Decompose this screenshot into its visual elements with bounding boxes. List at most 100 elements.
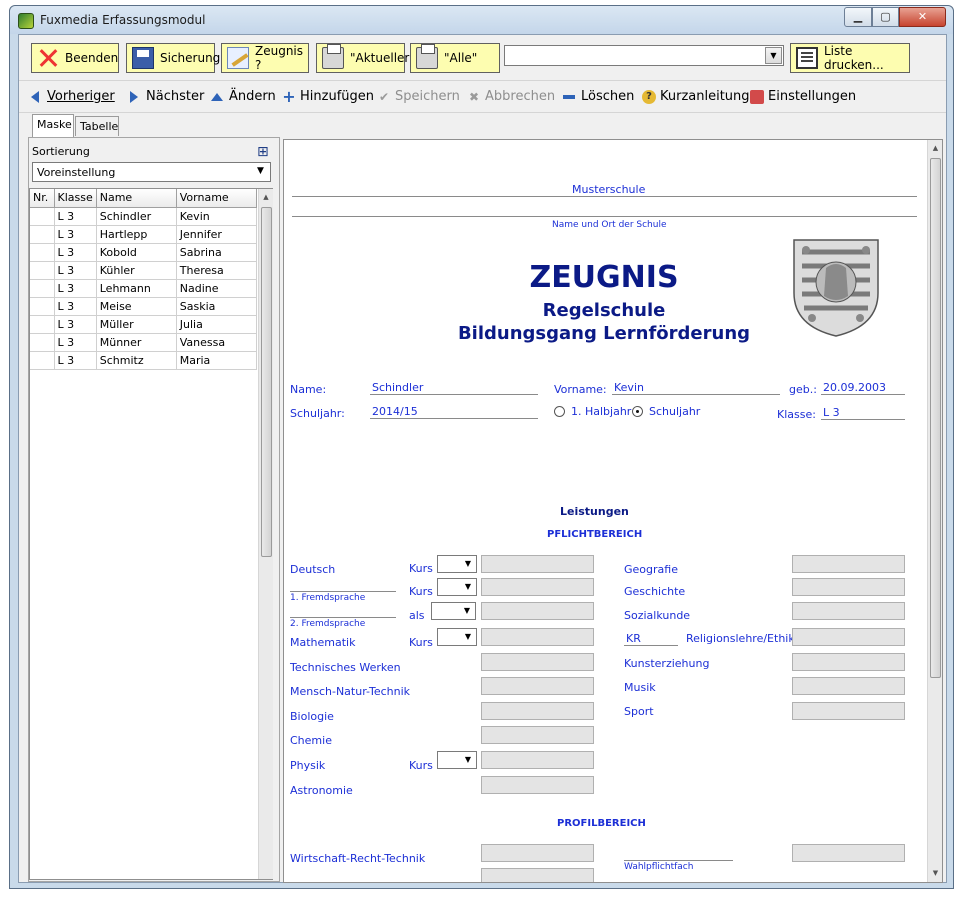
- subject-kunsterziehung: Kunsterziehung: [624, 657, 710, 670]
- chevron-down-icon[interactable]: ▼: [765, 47, 782, 64]
- geb-value[interactable]: 20.09.2003: [823, 381, 886, 394]
- minimize-button[interactable]: ▁: [844, 7, 872, 27]
- geb-label: geb.:: [789, 383, 817, 396]
- grade-field[interactable]: [792, 844, 905, 862]
- grade-field[interactable]: [792, 602, 905, 620]
- scroll-thumb[interactable]: [930, 158, 941, 678]
- cell-vorname: Nadine: [176, 279, 257, 298]
- form-scrollbar[interactable]: ▲ ▼: [927, 140, 942, 882]
- table-row[interactable]: L 3 Lehmann Nadine: [30, 279, 257, 298]
- maximize-button[interactable]: ▢: [872, 7, 899, 27]
- subject-biologie: Biologie: [290, 710, 334, 723]
- grade-field[interactable]: [792, 702, 905, 720]
- grade-field[interactable]: [481, 653, 594, 671]
- vorname-value[interactable]: Kevin: [614, 381, 644, 394]
- grade-field[interactable]: [792, 578, 905, 596]
- scroll-down-icon[interactable]: ▼: [928, 865, 942, 882]
- scroll-up-icon[interactable]: ▲: [259, 189, 273, 206]
- print-alle-button[interactable]: "Alle": [410, 43, 500, 73]
- subject-musik: Musik: [624, 681, 656, 694]
- beenden-button[interactable]: Beenden: [31, 43, 119, 73]
- column-settings-icon[interactable]: ⊞: [257, 144, 269, 160]
- scroll-thumb[interactable]: [261, 207, 272, 557]
- grade-field[interactable]: [481, 628, 594, 646]
- grade-field[interactable]: [792, 628, 905, 646]
- column-header-nr[interactable]: Nr.: [30, 189, 55, 208]
- grade-field[interactable]: [792, 555, 905, 573]
- scroll-up-icon[interactable]: ▲: [928, 140, 942, 157]
- aendern-button[interactable]: Ändern: [211, 89, 276, 104]
- vorheriger-button[interactable]: Vorheriger: [31, 89, 115, 104]
- speichern-label: Speichern: [395, 89, 460, 104]
- klasse-value[interactable]: L 3: [823, 406, 840, 419]
- print-aktueller-button[interactable]: "Aktueller": [316, 43, 415, 73]
- hinzufuegen-button[interactable]: + Hinzufügen: [282, 88, 374, 104]
- column-header-vorname[interactable]: Vorname: [176, 189, 257, 208]
- grade-field[interactable]: [481, 776, 594, 794]
- table-row[interactable]: L 3 Schmitz Maria: [30, 351, 257, 370]
- loeschen-button[interactable]: Löschen: [563, 89, 634, 104]
- zeugnis-button[interactable]: Zeugnis ?: [221, 43, 309, 73]
- kurs-select[interactable]: ▼: [437, 628, 477, 646]
- cell-vorname: Sabrina: [176, 243, 257, 262]
- abbrechen-button[interactable]: ✖ Abbrechen: [467, 89, 555, 104]
- sortierung-value: Voreinstellung: [37, 166, 116, 179]
- table-row[interactable]: L 3 Schindler Kevin: [30, 207, 257, 226]
- chevron-down-icon[interactable]: ▼: [459, 603, 475, 619]
- kurs-select[interactable]: ▼: [437, 578, 477, 596]
- kurs-select[interactable]: ▼: [437, 555, 477, 573]
- radio-halbjahr[interactable]: [554, 406, 565, 417]
- cell-nr: [30, 261, 55, 280]
- chevron-down-icon[interactable]: ▼: [460, 629, 476, 645]
- close-button[interactable]: ✕: [899, 7, 946, 27]
- grade-field[interactable]: [481, 868, 594, 882]
- grade-field[interactable]: [481, 578, 594, 596]
- grade-field[interactable]: [792, 677, 905, 695]
- arrow-right-icon: [130, 90, 138, 103]
- tab-maske[interactable]: Maske: [32, 114, 74, 138]
- subject-astronomie: Astronomie: [290, 784, 353, 797]
- kurzanleitung-button[interactable]: ? Kurzanleitung: [642, 89, 750, 104]
- grade-field[interactable]: [792, 653, 905, 671]
- sicherung-button[interactable]: Sicherung: [126, 43, 220, 73]
- grade-field[interactable]: [481, 677, 594, 695]
- grade-field[interactable]: [481, 844, 594, 862]
- divider: [292, 196, 917, 197]
- language-select[interactable]: ▼: [431, 602, 476, 620]
- column-header-name[interactable]: Name: [96, 189, 177, 208]
- radio-schuljahr[interactable]: [632, 406, 643, 417]
- grade-field[interactable]: [481, 555, 594, 573]
- chevron-down-icon[interactable]: ▼: [460, 579, 476, 595]
- chevron-down-icon[interactable]: ▼: [460, 752, 476, 768]
- grade-field[interactable]: [481, 726, 594, 744]
- chevron-down-icon[interactable]: ▼: [460, 556, 476, 572]
- list-scrollbar[interactable]: ▲: [258, 189, 273, 879]
- tab-tabelle[interactable]: Tabelle: [75, 116, 119, 136]
- name-value[interactable]: Schindler: [372, 381, 423, 394]
- table-row[interactable]: L 3 Müller Julia: [30, 315, 257, 334]
- table-row[interactable]: L 3 Kobold Sabrina: [30, 243, 257, 262]
- school-name[interactable]: Musterschule: [572, 183, 645, 196]
- sortierung-select[interactable]: Voreinstellung ▼: [32, 162, 271, 182]
- subheading-school-type: Regelschule: [542, 300, 666, 321]
- table-row[interactable]: L 3 Kühler Theresa: [30, 261, 257, 280]
- grade-field[interactable]: [481, 602, 594, 620]
- table-row[interactable]: L 3 Münner Vanessa: [30, 333, 257, 352]
- speichern-button[interactable]: ✔ Speichern: [377, 89, 460, 104]
- cell-klasse: L 3: [54, 279, 97, 298]
- grade-field[interactable]: [481, 702, 594, 720]
- liste-drucken-button[interactable]: Liste drucken...: [790, 43, 910, 73]
- kurs-select[interactable]: ▼: [437, 751, 477, 769]
- schuljahr-value[interactable]: 2014/15: [372, 405, 418, 418]
- religion-type-value[interactable]: KR: [626, 632, 641, 645]
- einstellungen-button[interactable]: Einstellungen: [750, 89, 856, 104]
- chevron-down-icon[interactable]: ▼: [252, 164, 269, 181]
- table-row[interactable]: L 3 Hartlepp Jennifer: [30, 225, 257, 244]
- grade-field[interactable]: [481, 751, 594, 769]
- column-header-klasse[interactable]: Klasse: [54, 189, 97, 208]
- app-icon: [18, 13, 34, 29]
- table-row[interactable]: L 3 Meise Saskia: [30, 297, 257, 316]
- naechster-button[interactable]: Nächster: [130, 89, 204, 104]
- cancel-x-icon: ✖: [468, 89, 480, 104]
- report-select[interactable]: ▼: [504, 45, 784, 66]
